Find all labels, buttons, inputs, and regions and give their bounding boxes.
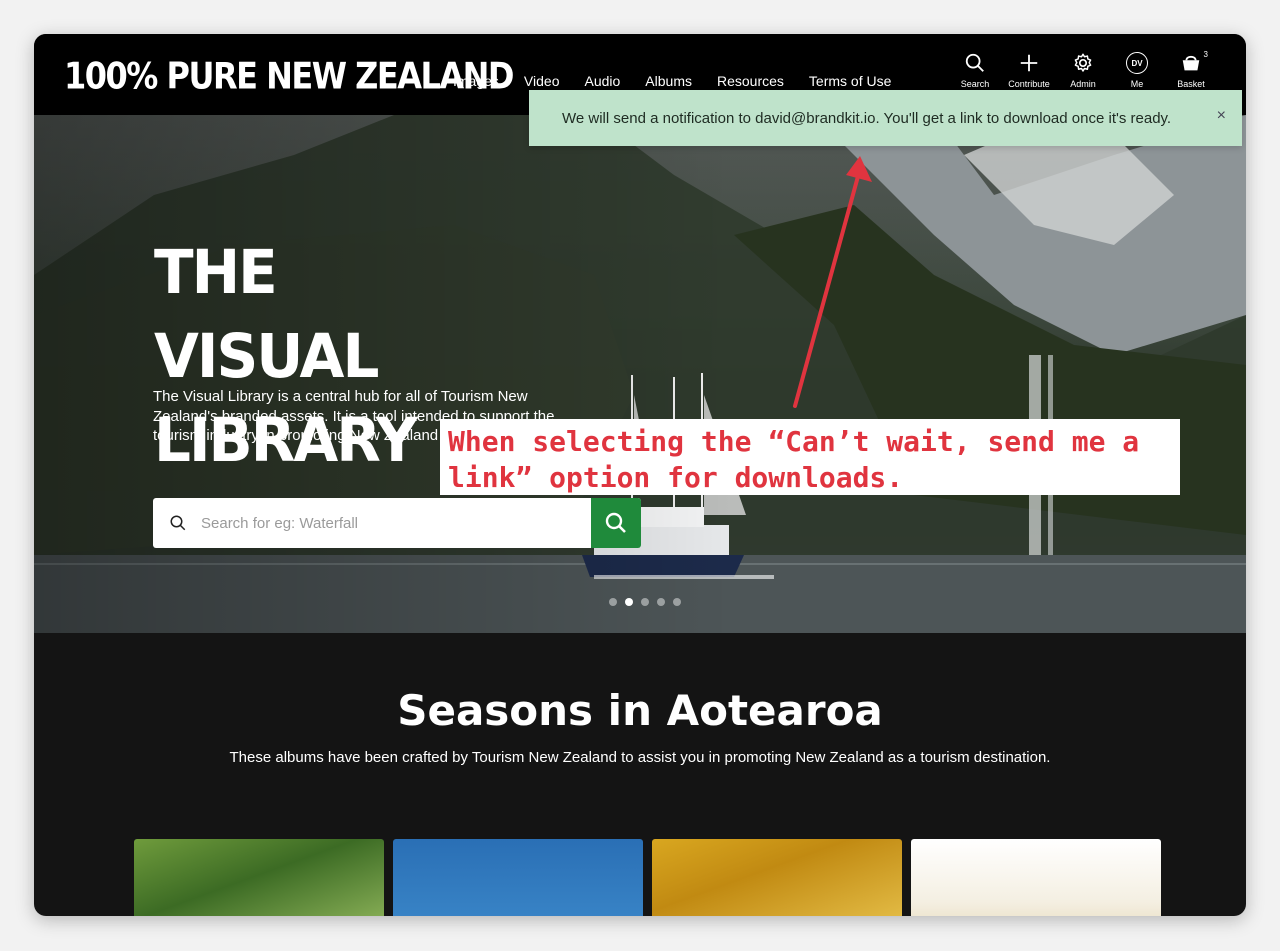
album-cards [134, 839, 1161, 916]
album-card[interactable] [652, 839, 902, 916]
seasons-title: Seasons in Aotearoa [397, 686, 883, 735]
album-card[interactable] [134, 839, 384, 916]
browser-window: THE VISUAL LIBRARY The Visual Library is… [34, 34, 1246, 916]
annotation-callout: When selecting the “Can’t wait, send me … [440, 419, 1180, 495]
album-card[interactable] [911, 839, 1161, 916]
seasons-subtitle: These albums have been crafted by Touris… [229, 749, 1051, 766]
album-card[interactable] [393, 839, 643, 916]
